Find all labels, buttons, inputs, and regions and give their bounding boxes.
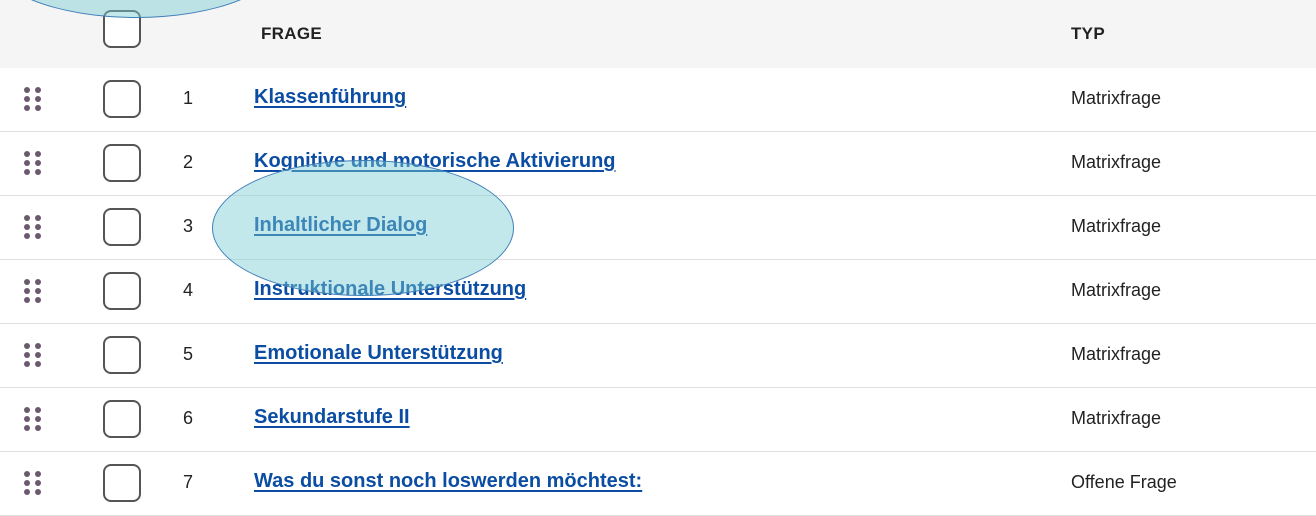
row-checkbox[interactable] xyxy=(103,464,141,502)
question-type: Matrixfrage xyxy=(1071,280,1162,300)
row-checkbox[interactable] xyxy=(103,400,141,438)
question-number: 7 xyxy=(183,472,194,492)
table-header: FRAGE TYP xyxy=(0,0,1316,69)
table-row: 3 Inhaltlicher Dialog Matrixfrage xyxy=(0,196,1316,260)
drag-handle-icon[interactable] xyxy=(24,471,46,495)
table-row: 2 Kognitive und motorische Aktivierung M… xyxy=(0,132,1316,196)
question-number: 4 xyxy=(183,280,194,300)
table-row: 4 Instruktionale Unterstützung Matrixfra… xyxy=(0,260,1316,324)
question-type: Matrixfrage xyxy=(1071,216,1162,236)
question-number: 1 xyxy=(183,88,194,108)
column-header-frage[interactable]: FRAGE xyxy=(261,24,322,44)
row-checkbox[interactable] xyxy=(103,208,141,246)
question-number: 2 xyxy=(183,152,194,172)
question-number: 6 xyxy=(183,408,194,428)
row-checkbox[interactable] xyxy=(103,144,141,182)
question-type: Matrixfrage xyxy=(1071,152,1162,172)
drag-handle-icon[interactable] xyxy=(24,151,46,175)
drag-handle-icon[interactable] xyxy=(24,87,46,111)
question-type: Matrixfrage xyxy=(1071,88,1162,108)
table-row: 7 Was du sonst noch loswerden möchtest: … xyxy=(0,452,1316,516)
question-link[interactable]: Emotionale Unterstützung xyxy=(254,342,503,365)
table-row: 5 Emotionale Unterstützung Matrixfrage xyxy=(0,324,1316,388)
drag-handle-icon[interactable] xyxy=(24,279,46,303)
table-row: 6 Sekundarstufe II Matrixfrage xyxy=(0,388,1316,452)
question-link[interactable]: Kognitive und motorische Aktivierung xyxy=(254,150,616,173)
row-checkbox[interactable] xyxy=(103,272,141,310)
question-number: 5 xyxy=(183,344,194,364)
question-number: 3 xyxy=(183,216,194,236)
drag-handle-icon[interactable] xyxy=(24,215,46,239)
row-checkbox[interactable] xyxy=(103,80,141,118)
question-link[interactable]: Instruktionale Unterstützung xyxy=(254,278,526,301)
question-table: FRAGE TYP 1 Klassenführung Matrixfrage 2… xyxy=(0,0,1316,516)
question-link[interactable]: Inhaltlicher Dialog xyxy=(254,214,427,237)
question-type: Offene Frage xyxy=(1071,472,1177,492)
question-link[interactable]: Klassenführung xyxy=(254,86,406,109)
question-link[interactable]: Was du sonst noch loswerden möchtest: xyxy=(254,470,642,493)
drag-handle-icon[interactable] xyxy=(24,343,46,367)
table-row: 1 Klassenführung Matrixfrage xyxy=(0,68,1316,132)
question-type: Matrixfrage xyxy=(1071,408,1162,428)
row-checkbox[interactable] xyxy=(103,336,141,374)
select-all-checkbox[interactable] xyxy=(103,10,141,48)
column-header-typ[interactable]: TYP xyxy=(1071,24,1105,44)
question-link[interactable]: Sekundarstufe II xyxy=(254,406,410,429)
question-type: Matrixfrage xyxy=(1071,344,1162,364)
drag-handle-icon[interactable] xyxy=(24,407,46,431)
